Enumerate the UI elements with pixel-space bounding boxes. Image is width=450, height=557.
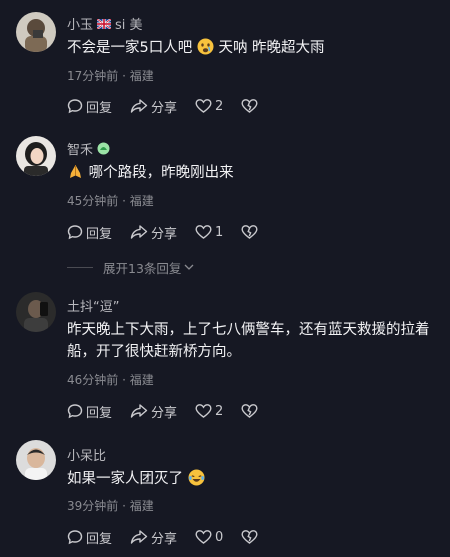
reply-label: 回复 <box>86 531 113 547</box>
like-button[interactable]: 2 <box>195 98 223 114</box>
comment-text-part: 哪个路段，昨晚刚出来 <box>84 165 234 181</box>
avatar[interactable] <box>16 292 56 332</box>
comment-text: 如果一家人团灭了 <box>67 468 439 490</box>
username-text[interactable]: 智禾 <box>67 139 93 158</box>
like-count: 2 <box>215 98 224 114</box>
reply-button[interactable]: 回复 <box>67 528 112 547</box>
share-label: 分享 <box>151 531 178 547</box>
comment-bubble-icon <box>67 404 83 419</box>
comment-text: 哪个路段，昨晚刚出来 <box>67 162 439 184</box>
share-arrow-icon <box>130 99 148 113</box>
heart-icon <box>195 404 212 418</box>
comment-bubble-icon <box>67 225 83 240</box>
username-suffix: si 美 <box>115 18 143 33</box>
heart-icon <box>195 99 212 113</box>
avatar[interactable] <box>16 440 56 480</box>
like-count: 2 <box>215 403 224 419</box>
green-leaf-badge-icon <box>97 142 110 155</box>
comment-actions: 回复 分享 0 <box>67 527 279 547</box>
share-button[interactable]: 分享 <box>130 528 177 547</box>
reply-button[interactable]: 回复 <box>67 402 112 421</box>
username[interactable]: 智禾 <box>67 139 110 158</box>
share-label: 分享 <box>151 405 178 421</box>
comment-meta: 39分钟前 · 福建 <box>67 499 154 513</box>
comment-bubble-icon <box>67 530 83 545</box>
dislike-button[interactable] <box>241 224 261 240</box>
share-arrow-icon <box>130 225 148 239</box>
comment-text-part: 不会是一家5口人吧 <box>67 40 193 56</box>
like-count: 0 <box>215 529 224 545</box>
username-text[interactable]: 土抖“逗” <box>67 296 119 315</box>
reply-label: 回复 <box>86 226 113 242</box>
chevron-down-icon <box>184 264 194 270</box>
folded-hands-emoji-icon <box>70 165 81 178</box>
reply-label: 回复 <box>86 405 113 421</box>
comment-text-part: 如果一家人团灭了 <box>67 471 183 487</box>
comment-text-part: 天呐 昨晚超大雨 <box>213 40 325 56</box>
comment-meta: 45分钟前 · 福建 <box>67 194 154 208</box>
share-button[interactable]: 分享 <box>130 97 177 116</box>
share-label: 分享 <box>151 226 178 242</box>
like-button[interactable]: 1 <box>195 224 223 240</box>
share-arrow-icon <box>130 530 148 544</box>
divider-line <box>67 266 93 268</box>
reply-button[interactable]: 回复 <box>67 223 112 242</box>
broken-heart-icon <box>241 225 258 239</box>
heart-icon <box>195 530 212 544</box>
dislike-button[interactable] <box>241 403 261 419</box>
comment-actions: 回复 分享 1 <box>67 222 279 242</box>
expand-replies-label: 展开13条回复 <box>103 260 182 276</box>
share-button[interactable]: 分享 <box>130 223 177 242</box>
avatar[interactable] <box>16 12 56 52</box>
share-button[interactable]: 分享 <box>130 402 177 421</box>
crying-face-emoji-icon <box>197 38 214 55</box>
like-count: 1 <box>215 224 224 240</box>
dislike-button[interactable] <box>241 98 261 114</box>
share-label: 分享 <box>151 100 178 116</box>
username-text[interactable]: 小呆比 <box>67 445 106 464</box>
broken-heart-icon <box>241 99 258 113</box>
username[interactable]: 小呆比 <box>67 445 106 464</box>
username[interactable]: 土抖“逗” <box>67 296 119 315</box>
broken-heart-icon <box>241 404 258 418</box>
username[interactable]: 小玉 si 美 <box>67 14 143 33</box>
comment-meta: 17分钟前 · 福建 <box>67 69 154 83</box>
comment-actions: 回复 分享 2 <box>67 96 279 116</box>
expand-replies-button[interactable]: 展开13条回复 <box>67 258 195 276</box>
username-text[interactable]: 小玉 <box>67 14 93 33</box>
comment-meta: 46分钟前 · 福建 <box>67 373 154 387</box>
reply-button[interactable]: 回复 <box>67 97 112 116</box>
uk-flag-icon <box>97 18 112 29</box>
comment-actions: 回复 分享 2 <box>67 401 279 421</box>
share-arrow-icon <box>130 404 148 418</box>
comment-text: 昨天晚上下大雨，上了七八俩警车，还有蓝天救援的拉着船，开了很快赶新桥方向。 <box>67 322 430 360</box>
like-button[interactable]: 2 <box>195 403 223 419</box>
avatar[interactable] <box>16 136 56 176</box>
reply-label: 回复 <box>86 100 113 116</box>
like-button[interactable]: 0 <box>195 529 223 545</box>
comment-bubble-icon <box>67 99 83 114</box>
heart-icon <box>195 225 212 239</box>
comment-text: 不会是一家5口人吧 天呐 昨晚超大雨 <box>67 37 439 59</box>
laughing-tears-emoji-icon <box>188 469 205 486</box>
dislike-button[interactable] <box>241 529 261 545</box>
broken-heart-icon <box>241 530 258 544</box>
